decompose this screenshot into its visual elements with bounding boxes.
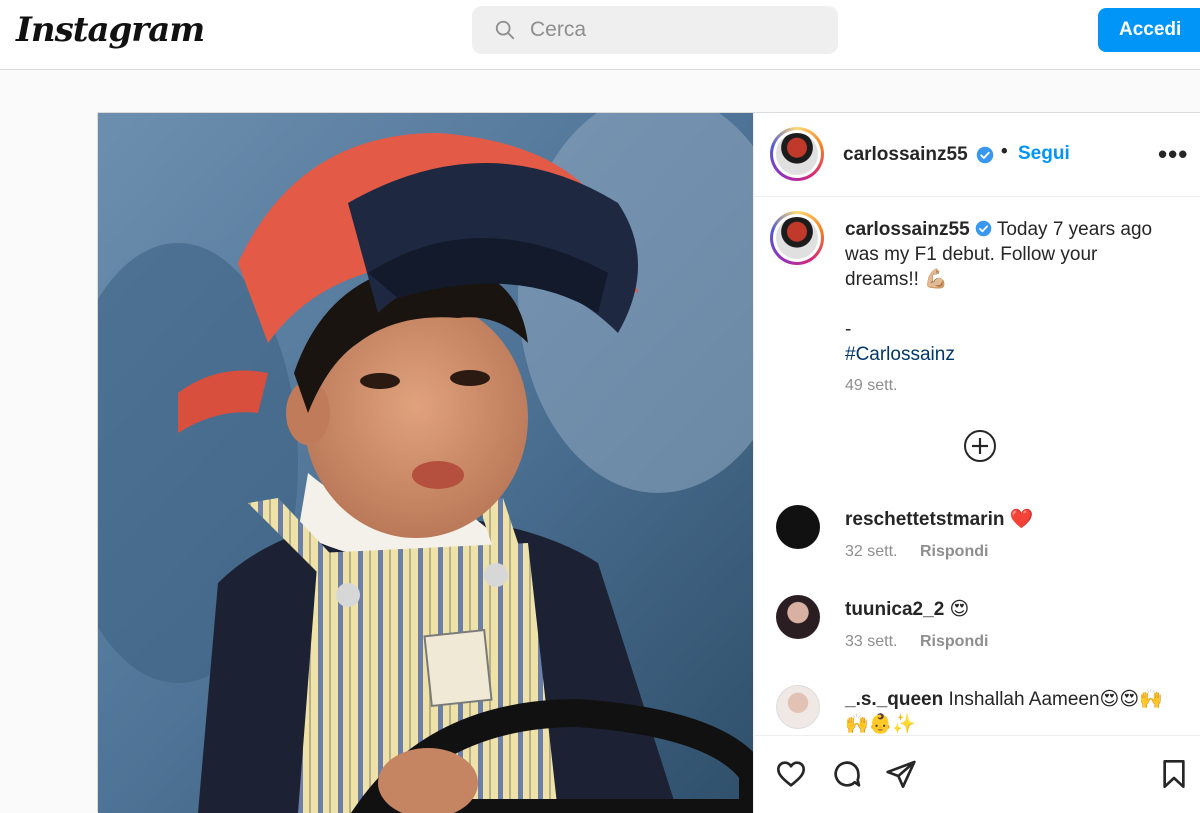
heart-icon[interactable] (775, 758, 807, 790)
top-nav: Instagram Accedi (0, 0, 1200, 70)
comment-text: ❤️ (1009, 509, 1034, 530)
caption-text-line-1: Today 7 years ago (996, 219, 1153, 240)
comment-username[interactable]: reschettetstmarin (845, 509, 1004, 530)
reply-button[interactable]: Rispondi (920, 543, 988, 561)
caption-avatar[interactable] (770, 211, 824, 265)
caption-username[interactable]: carlossainz55 (845, 219, 970, 240)
search-icon (495, 20, 515, 40)
login-button[interactable]: Accedi (1098, 8, 1200, 52)
follow-button[interactable]: Segui (1018, 143, 1070, 165)
comment-item: reschettetstmarin ❤️ (845, 507, 1200, 532)
comment-avatar[interactable] (776, 685, 820, 729)
post-sidebar: carlossainz55 • Segui ••• carlossainz55 … (753, 113, 1200, 813)
search-input[interactable] (530, 18, 810, 42)
comment-username[interactable]: tuunica2_2 (845, 599, 944, 620)
caption-text-line-5: - (845, 319, 852, 340)
comment-item: _.s._queen Inshallah Aameen😍😍🙌 🙌👶✨ (845, 687, 1200, 737)
comment-item: tuunica2_2 😍 (845, 597, 1200, 622)
comment-username[interactable]: _.s._queen (845, 689, 943, 710)
caption-text-line-3: dreams!! 💪🏼 (845, 269, 948, 290)
caption-hashtag[interactable]: #Carlossainz (845, 342, 1185, 367)
more-icon[interactable]: ••• (1158, 139, 1188, 170)
comment-icon[interactable] (831, 758, 863, 790)
search-box[interactable] (472, 6, 838, 54)
author-username[interactable]: carlossainz55 (843, 144, 968, 166)
comment-avatar[interactable] (776, 595, 820, 639)
post-photo[interactable] (98, 113, 753, 813)
post-caption: carlossainz55 Today 7 years ago was my F… (845, 217, 1185, 367)
post-actions (754, 735, 1200, 813)
instagram-logo[interactable]: Instagram (16, 10, 205, 50)
bookmark-icon[interactable] (1158, 758, 1190, 790)
reply-button[interactable]: Rispondi (920, 633, 988, 651)
caption-text-line-2: was my F1 debut. Follow your (845, 244, 1098, 265)
share-icon[interactable] (885, 758, 917, 790)
add-comment-icon[interactable] (963, 429, 997, 463)
caption-timestamp: 49 sett. (845, 377, 898, 394)
post-header: carlossainz55 • Segui ••• (754, 113, 1200, 197)
comment-timestamp: 33 sett. (845, 633, 898, 650)
verified-icon (976, 146, 994, 164)
post-card: carlossainz55 • Segui ••• carlossainz55 … (97, 112, 1200, 813)
comment-avatar[interactable] (776, 505, 820, 549)
verified-icon (975, 220, 992, 237)
author-avatar[interactable] (770, 127, 824, 181)
comment-text: Inshallah Aameen😍😍🙌 (948, 689, 1163, 710)
comment-text-continued: 🙌👶✨ (845, 714, 916, 735)
comment-timestamp: 32 sett. (845, 543, 898, 560)
comment-text: 😍 (949, 599, 970, 620)
separator-dot: • (1001, 141, 1008, 162)
post-image (98, 113, 753, 813)
